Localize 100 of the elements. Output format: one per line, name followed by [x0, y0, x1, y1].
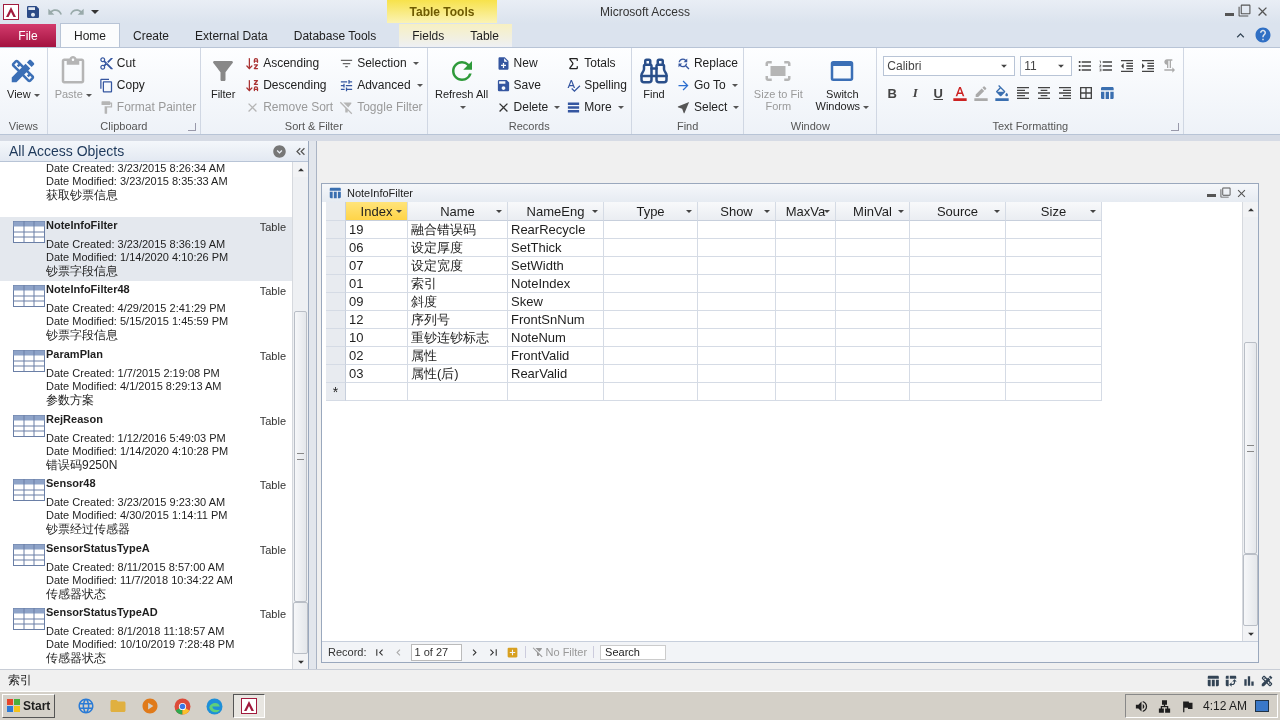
table-cell[interactable]: 属性(后): [408, 365, 508, 383]
table-cell[interactable]: 02: [346, 347, 408, 365]
ribbon-button[interactable]: Save: [495, 74, 561, 96]
table-cell[interactable]: [910, 257, 1006, 275]
dropdown-icon[interactable]: [1090, 210, 1096, 213]
table-cell[interactable]: RearValid: [508, 365, 604, 383]
table-cell[interactable]: 03: [346, 365, 408, 383]
table-cell[interactable]: [776, 329, 836, 347]
table-cell[interactable]: [910, 311, 1006, 329]
table-cell[interactable]: [836, 257, 910, 275]
ribbon-button[interactable]: Delete: [495, 96, 561, 118]
ribbon-button[interactable]: More: [566, 96, 627, 118]
ribbon-button[interactable]: Selection: [339, 52, 423, 74]
table-cell[interactable]: [836, 239, 910, 257]
ribbon-tab[interactable]: Database Tools: [280, 24, 390, 47]
table-cell[interactable]: [1006, 221, 1102, 239]
column-header[interactable]: MinVal: [836, 202, 910, 221]
table-cell[interactable]: [836, 221, 910, 239]
dropdown-icon[interactable]: [496, 210, 502, 213]
table-cell[interactable]: 10: [346, 329, 408, 347]
ribbon-button[interactable]: Replace: [675, 52, 740, 74]
launcher-icon[interactable]: [188, 123, 197, 131]
row-selector[interactable]: [326, 329, 346, 347]
table-cell[interactable]: [604, 365, 698, 383]
table-cell[interactable]: [776, 383, 836, 401]
ribbon-button[interactable]: Select: [675, 96, 740, 118]
table-cell[interactable]: [698, 311, 776, 329]
table-cell[interactable]: 序列号: [408, 311, 508, 329]
object-list-item[interactable]: NoteInfoFilter Date Created: 3/23/2015 8:36:19 AM Date Modified: 1/14/2020 4:10:26 PM 钞票字段信息 Table: [0, 216, 292, 282]
table-cell[interactable]: [698, 293, 776, 311]
table-cell[interactable]: [604, 329, 698, 347]
table-cell[interactable]: [776, 275, 836, 293]
table-cell[interactable]: 12: [346, 311, 408, 329]
table-cell[interactable]: [698, 383, 776, 401]
ribbon-button[interactable]: Filter: [205, 52, 242, 102]
table-cell[interactable]: [698, 275, 776, 293]
table-cell[interactable]: [1006, 239, 1102, 257]
ribbon-button[interactable]: Refresh All: [431, 52, 492, 114]
table-cell[interactable]: [776, 311, 836, 329]
row-selector[interactable]: [326, 293, 346, 311]
table-cell[interactable]: [604, 293, 698, 311]
navigation-pane-header[interactable]: All Access Objects: [0, 141, 308, 162]
table-cell[interactable]: FrontValid: [508, 347, 604, 365]
table-cell[interactable]: 07: [346, 257, 408, 275]
table-cell[interactable]: 06: [346, 239, 408, 257]
scroll-thumb[interactable]: [294, 311, 307, 602]
table-cell[interactable]: [1006, 293, 1102, 311]
ribbon-button[interactable]: Cut: [98, 52, 197, 74]
ribbon-tab[interactable]: File: [0, 24, 56, 47]
table-cell[interactable]: [776, 257, 836, 275]
table-cell[interactable]: [604, 221, 698, 239]
table-cell[interactable]: Skew: [508, 293, 604, 311]
row-selector[interactable]: [326, 365, 346, 383]
table-cell[interactable]: [910, 329, 1006, 347]
table-cell[interactable]: [604, 275, 698, 293]
table-cell[interactable]: 设定厚度: [408, 239, 508, 257]
table-cell[interactable]: [1006, 347, 1102, 365]
style-button[interactable]: U: [929, 84, 948, 102]
dropdown-icon[interactable]: [592, 210, 598, 213]
row-selector[interactable]: [326, 311, 346, 329]
table-cell[interactable]: 设定宽度: [408, 257, 508, 275]
table-cell[interactable]: [776, 239, 836, 257]
column-header[interactable]: Source: [910, 202, 1006, 221]
scrollbar[interactable]: [1242, 202, 1258, 641]
table-cell[interactable]: [1006, 365, 1102, 383]
table-cell[interactable]: [910, 293, 1006, 311]
search-field[interactable]: Search: [600, 644, 667, 660]
table-cell[interactable]: [698, 329, 776, 347]
table-cell[interactable]: [910, 365, 1006, 383]
dropdown-icon[interactable]: [898, 210, 904, 213]
scrollbar[interactable]: [292, 162, 308, 669]
ribbon-button[interactable]: Ascending: [245, 52, 334, 74]
start-button[interactable]: Start: [2, 694, 56, 718]
ribbon-button[interactable]: Switch Windows: [812, 52, 873, 114]
launcher-icon[interactable]: [1171, 123, 1180, 131]
ribbon-tab[interactable]: Home: [60, 23, 120, 47]
row-selector[interactable]: [326, 347, 346, 365]
table-cell[interactable]: [776, 221, 836, 239]
font-size-field[interactable]: 11: [1020, 56, 1073, 76]
table-cell[interactable]: [836, 311, 910, 329]
pane-splitter[interactable]: [309, 141, 317, 669]
scroll-thumb[interactable]: [1243, 554, 1258, 626]
table-cell[interactable]: [604, 383, 698, 401]
dropdown-icon[interactable]: [824, 210, 830, 213]
table-cell[interactable]: [604, 239, 698, 257]
table-cell[interactable]: NoteIndex: [508, 275, 604, 293]
table-cell[interactable]: [1006, 383, 1102, 401]
scroll-thumb[interactable]: [293, 602, 308, 654]
table-cell[interactable]: 属性: [408, 347, 508, 365]
ribbon-tab[interactable]: Table: [457, 24, 512, 47]
ribbon-tab[interactable]: Fields: [399, 24, 458, 47]
minimize-icon[interactable]: [1207, 193, 1216, 197]
style-button[interactable]: I: [906, 84, 925, 102]
style-button[interactable]: B: [883, 84, 902, 102]
table-cell[interactable]: [776, 347, 836, 365]
table-cell[interactable]: [346, 383, 408, 401]
ribbon-button[interactable]: Spelling: [566, 74, 627, 96]
dropdown-icon[interactable]: [764, 210, 770, 213]
column-header[interactable]: Show: [698, 202, 776, 221]
row-selector[interactable]: [326, 257, 346, 275]
